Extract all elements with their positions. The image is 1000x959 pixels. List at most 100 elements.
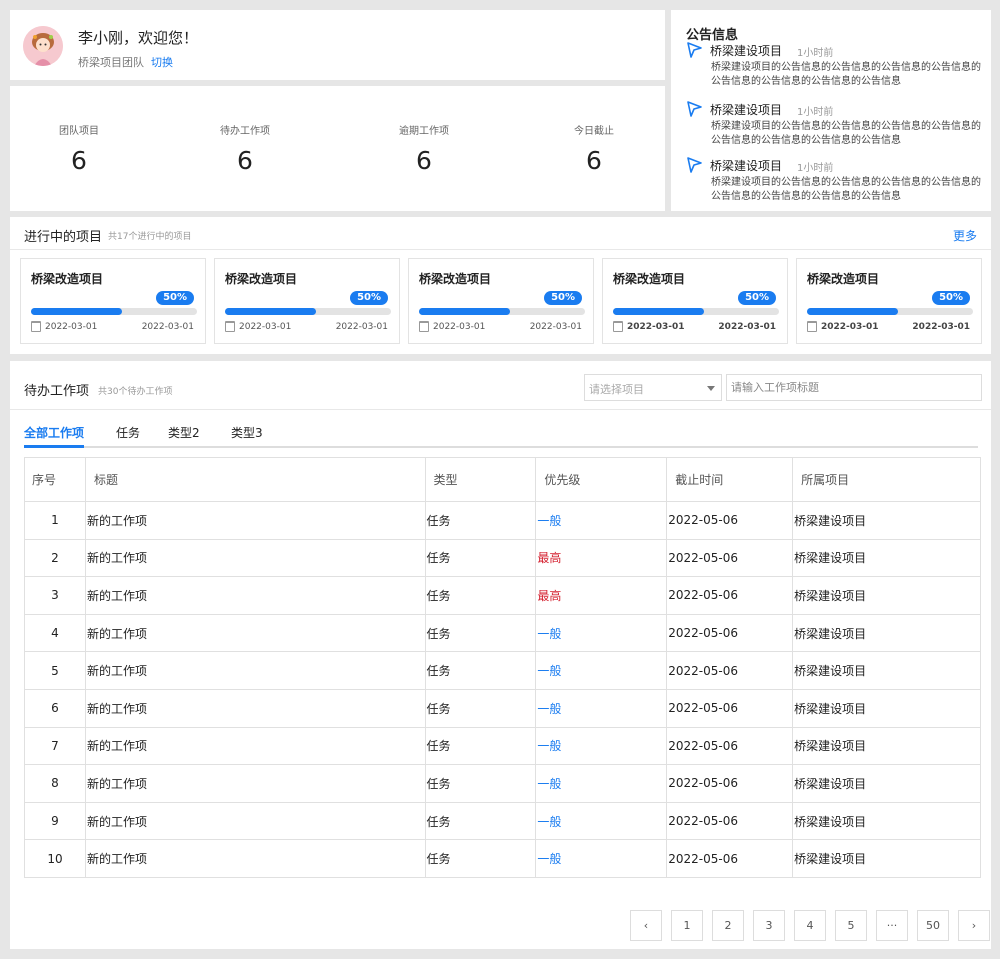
progress-track xyxy=(31,308,197,315)
table-row[interactable]: 8 新的工作项 任务 一般 2022-05-06 桥梁建设项目 xyxy=(24,764,981,803)
work-item-priority: 一般 xyxy=(535,501,668,540)
progress-badge: 50% xyxy=(738,291,776,305)
work-item-title: 新的工作项 xyxy=(84,613,426,653)
notices-panel: 公告信息 桥梁建设项目 1小时前 桥梁建设项目的公告信息的公告信息的公告信息的公… xyxy=(671,10,991,211)
todo-subtitle: 共30个待办工作项 xyxy=(98,387,173,397)
team-name: 桥梁项目团队 xyxy=(78,56,144,69)
tab-type-3[interactable]: 类型3 xyxy=(231,424,263,448)
work-item-due-date: 2022-05-06 xyxy=(666,688,794,728)
work-item-project: 桥梁建设项目 xyxy=(792,613,981,653)
work-item-type: 任务 xyxy=(424,613,537,653)
work-item-due-date: 2022-05-06 xyxy=(666,801,794,841)
work-item-title: 新的工作项 xyxy=(84,726,426,766)
projects-title: 进行中的项目 xyxy=(24,230,103,245)
project-card[interactable]: 桥梁改造项目 50% 2022-03-01 2022-03-01 xyxy=(20,258,206,344)
row-number: 1 xyxy=(24,501,86,540)
project-card[interactable]: 桥梁改造项目 50% 2022-03-01 2022-03-01 xyxy=(214,258,400,344)
page-button-4[interactable]: 4 xyxy=(794,910,826,941)
project-select-placeholder: 请选择项目 xyxy=(589,383,644,396)
table-row[interactable]: 1 新的工作项 任务 一般 2022-05-06 桥梁建设项目 xyxy=(24,501,981,540)
next-page-button[interactable]: › xyxy=(958,910,990,941)
work-item-tabs: 全部工作项 任务 类型2 类型3 xyxy=(24,424,978,448)
more-projects-link[interactable]: 更多 xyxy=(953,227,977,244)
megaphone-flag-icon xyxy=(687,101,702,117)
divider xyxy=(10,249,991,250)
calendar-icon xyxy=(419,321,429,332)
progress-track xyxy=(807,308,973,315)
tab-all-work-items[interactable]: 全部工作项 xyxy=(24,424,85,448)
column-header-project[interactable]: 所属项目 xyxy=(792,457,981,502)
work-item-due-date: 2022-05-06 xyxy=(666,501,794,540)
work-item-priority: 最高 xyxy=(535,576,668,615)
page-button-50[interactable]: 50 xyxy=(917,910,949,941)
work-item-title: 新的工作项 xyxy=(84,651,426,690)
work-items-table: 序号 标题 类型 优先级 截止时间 所属项目 1 新的工作项 任务 一般 2022-05… xyxy=(24,457,981,878)
row-number: 7 xyxy=(24,726,86,766)
work-item-priority: 一般 xyxy=(535,764,668,803)
stat-label: 团队项目 xyxy=(59,126,99,137)
projects-panel: 进行中的项目 共17个进行中的项目 更多 桥梁改造项目 50% 2022-03-… xyxy=(10,217,991,354)
project-card[interactable]: 桥梁改造项目 50% 2022-03-01 2022-03-01 xyxy=(602,258,788,344)
stat-value: 6 xyxy=(237,146,253,175)
work-item-due-date: 2022-05-06 xyxy=(666,839,794,878)
work-item-type: 任务 xyxy=(424,764,537,803)
tab-type-2[interactable]: 类型2 xyxy=(168,424,200,448)
stats-panel: 团队项目 6 待办工作项 6 逾期工作项 6 今日截止 6 xyxy=(10,86,665,211)
project-card[interactable]: 桥梁改造项目 50% 2022-03-01 2022-03-01 xyxy=(796,258,982,344)
table-row[interactable]: 2 新的工作项 任务 最高 2022-05-06 桥梁建设项目 xyxy=(24,538,981,578)
project-start-date: 2022-03-01 xyxy=(821,322,879,332)
notice-title: 桥梁建设项目 xyxy=(710,44,783,58)
page-button-1[interactable]: 1 xyxy=(671,910,703,941)
work-item-project: 桥梁建设项目 xyxy=(792,688,981,728)
work-item-type: 任务 xyxy=(424,501,537,540)
progress-fill xyxy=(807,308,899,315)
switch-team-link[interactable]: 切换 xyxy=(151,54,173,70)
table-row[interactable]: 6 新的工作项 任务 一般 2022-05-06 桥梁建设项目 xyxy=(24,688,981,728)
column-header-title[interactable]: 标题 xyxy=(84,457,426,502)
row-number: 3 xyxy=(24,576,86,615)
notices-title: 公告信息 xyxy=(686,28,739,43)
column-header-due[interactable]: 截止时间 xyxy=(666,457,794,502)
column-header-priority[interactable]: 优先级 xyxy=(535,457,668,502)
progress-badge: 50% xyxy=(156,291,194,305)
table-row[interactable]: 3 新的工作项 任务 最高 2022-05-06 桥梁建设项目 xyxy=(24,576,981,615)
page-ellipsis-button[interactable]: ··· xyxy=(876,910,908,941)
row-number: 2 xyxy=(24,538,86,578)
project-end-date: 2022-03-01 xyxy=(718,322,776,332)
notice-title: 桥梁建设项目 xyxy=(710,103,783,117)
stat-label: 逾期工作项 xyxy=(399,126,449,137)
work-item-title: 新的工作项 xyxy=(84,538,426,578)
project-start-date: 2022-03-01 xyxy=(433,322,486,332)
work-item-search-input[interactable] xyxy=(726,374,982,401)
table-row[interactable]: 4 新的工作项 任务 一般 2022-05-06 桥梁建设项目 xyxy=(24,613,981,653)
page-button-3[interactable]: 3 xyxy=(753,910,785,941)
page-button-5[interactable]: 5 xyxy=(835,910,867,941)
column-header-no[interactable]: 序号 xyxy=(24,457,86,502)
project-end-date: 2022-03-01 xyxy=(912,322,970,332)
work-item-due-date: 2022-05-06 xyxy=(666,726,794,766)
todo-title: 待办工作项 xyxy=(24,384,90,399)
project-select[interactable]: 请选择项目 xyxy=(584,374,722,401)
notice-time: 1小时前 xyxy=(797,48,834,59)
table-row[interactable]: 9 新的工作项 任务 一般 2022-05-06 桥梁建设项目 xyxy=(24,801,981,841)
prev-page-button[interactable]: ‹ xyxy=(630,910,662,941)
project-card[interactable]: 桥梁改造项目 50% 2022-03-01 2022-03-01 xyxy=(408,258,594,344)
tab-task[interactable]: 任务 xyxy=(116,424,140,448)
project-end-date: 2022-03-01 xyxy=(529,322,582,332)
project-name: 桥梁改造项目 xyxy=(31,272,104,286)
welcome-panel: 李小刚，欢迎您！ 桥梁项目团队 切换 xyxy=(10,10,665,80)
table-row[interactable]: 10 新的工作项 任务 一般 2022-05-06 桥梁建设项目 xyxy=(24,839,981,878)
work-item-project: 桥梁建设项目 xyxy=(792,538,981,578)
row-number: 9 xyxy=(24,801,86,841)
table-row[interactable]: 5 新的工作项 任务 一般 2022-05-06 桥梁建设项目 xyxy=(24,651,981,690)
avatar[interactable] xyxy=(23,26,63,66)
progress-fill xyxy=(31,308,123,315)
page-button-2[interactable]: 2 xyxy=(712,910,744,941)
table-row[interactable]: 7 新的工作项 任务 一般 2022-05-06 桥梁建设项目 xyxy=(24,726,981,766)
column-header-type[interactable]: 类型 xyxy=(424,457,537,502)
todo-panel: 待办工作项 共30个待办工作项 请选择项目 全部工作项 任务 类型2 类型3 序… xyxy=(10,361,991,949)
work-item-type: 任务 xyxy=(424,801,537,841)
divider xyxy=(10,409,991,410)
work-item-title: 新的工作项 xyxy=(84,764,426,803)
notice-body: 桥梁建设项目的公告信息的公告信息的公告信息的公告信息的公告信息的公告信息的公告信… xyxy=(711,121,981,146)
